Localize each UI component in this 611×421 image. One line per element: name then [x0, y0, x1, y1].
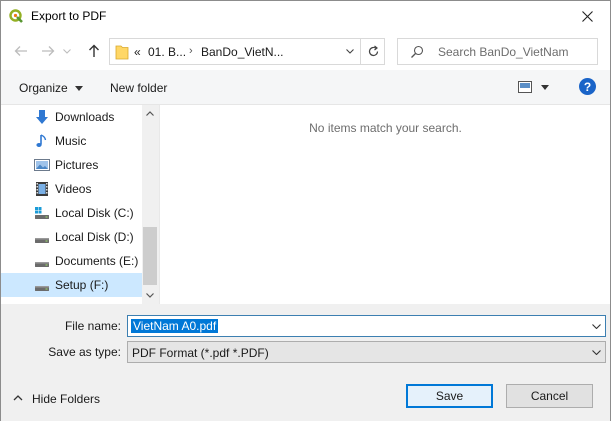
chevron-down-icon: [146, 293, 154, 298]
pictures-icon: [34, 159, 50, 171]
organize-button[interactable]: Organize: [19, 81, 84, 95]
caret-down-icon: [75, 86, 84, 92]
save-as-type-select[interactable]: PDF Format (*.pdf *.PDF): [127, 341, 606, 363]
save-as-type-dropdown[interactable]: [589, 345, 603, 359]
music-note-icon: [36, 134, 47, 147]
nav-item-label: Downloads: [55, 110, 115, 124]
chevron-up-icon: [13, 395, 23, 401]
help-icon[interactable]: ?: [579, 78, 596, 95]
refresh-button[interactable]: [360, 39, 385, 64]
search-placeholder: Search BanDo_VietNam: [438, 45, 569, 59]
nav-item-label: Documents (E:): [55, 254, 139, 268]
videos-icon: [36, 182, 48, 196]
arrow-right-icon: [42, 46, 55, 56]
breadcrumb-overflow[interactable]: «: [134, 45, 141, 59]
chevron-down-icon: [345, 49, 354, 54]
chevron-down-icon: [63, 48, 71, 54]
title-bar: Export to PDF: [1, 1, 610, 32]
change-view-icon[interactable]: [518, 81, 532, 93]
save-as-type-label: Save as type:: [48, 345, 121, 359]
scrollbar-thumb[interactable]: [143, 227, 157, 285]
file-list-pane[interactable]: No items match your search.: [159, 105, 610, 304]
address-bar[interactable]: « 01. B... › BanDo_VietN...: [109, 38, 385, 65]
organize-label: Organize: [19, 81, 68, 95]
nav-item-label: Local Disk (D:): [55, 230, 134, 244]
recent-locations-button[interactable]: [61, 41, 73, 61]
hide-folders-label: Hide Folders: [32, 392, 101, 406]
system-drive-icon: [35, 207, 49, 219]
nav-item-videos[interactable]: Videos: [1, 177, 142, 201]
nav-item-local-disk-d[interactable]: Local Disk (D:): [1, 225, 142, 249]
nav-item-music[interactable]: Music: [1, 129, 142, 153]
chevron-up-icon: [146, 111, 154, 116]
file-name-label: File name:: [64, 319, 121, 333]
scroll-down-button[interactable]: [142, 287, 158, 304]
save-as-type-value: PDF Format (*.pdf *.PDF): [132, 346, 269, 360]
address-history-dropdown[interactable]: [338, 39, 360, 64]
qgis-icon: [9, 9, 23, 23]
drive-icon: [35, 286, 49, 291]
empty-results-message: No items match your search.: [309, 121, 462, 135]
view-options-dropdown-icon[interactable]: [541, 85, 549, 90]
up-button[interactable]: [84, 41, 104, 61]
navigation-pane: Downloads Music Pictures Videos Local Di…: [1, 105, 158, 304]
close-button[interactable]: [565, 1, 610, 32]
back-button[interactable]: [11, 41, 31, 61]
save-button[interactable]: Save: [406, 384, 493, 408]
arrow-up-icon: [89, 44, 99, 57]
search-icon: [411, 45, 424, 58]
save-form: File name: VietNam A0.pdf Save as type: …: [1, 304, 610, 421]
chevron-down-icon: [591, 349, 601, 355]
forward-button[interactable]: [38, 41, 58, 61]
nav-item-local-disk-c[interactable]: Local Disk (C:): [1, 201, 142, 225]
nav-item-label: Music: [55, 134, 87, 148]
nav-item-documents-e[interactable]: Documents (E:): [1, 249, 142, 273]
refresh-icon: [368, 45, 378, 57]
search-box[interactable]: Search BanDo_VietNam: [397, 38, 598, 65]
cancel-button[interactable]: Cancel: [506, 384, 593, 408]
new-folder-label: New folder: [110, 81, 168, 95]
nav-item-label: Setup (F:): [55, 278, 109, 292]
navigation-bar: « 01. B... › BanDo_VietN... Search BanDo…: [1, 32, 610, 70]
nav-item-label: Local Disk (C:): [55, 206, 134, 220]
breadcrumb-item-current[interactable]: BanDo_VietN...: [201, 45, 284, 59]
nav-item-setup-f[interactable]: Setup (F:): [1, 273, 142, 297]
file-name-input[interactable]: VietNam A0.pdf: [127, 315, 606, 337]
command-bar: Organize New folder ?: [1, 70, 610, 105]
folder-icon: [115, 45, 129, 60]
drive-icon: [35, 238, 49, 243]
download-arrow-icon: [36, 110, 48, 124]
new-folder-button[interactable]: New folder: [110, 81, 167, 95]
drive-icon: [35, 262, 49, 267]
window-title: Export to PDF: [31, 9, 107, 23]
nav-item-label: Pictures: [55, 158, 99, 172]
scroll-up-button[interactable]: [142, 105, 158, 122]
breadcrumb-separator[interactable]: ›: [189, 45, 193, 57]
breadcrumb-item-parent[interactable]: 01. B...: [148, 45, 186, 59]
nav-item-downloads[interactable]: Downloads: [1, 105, 142, 129]
nav-item-label: Videos: [55, 182, 92, 196]
file-name-dropdown[interactable]: [589, 319, 603, 333]
nav-item-pictures[interactable]: Pictures: [1, 153, 142, 177]
file-name-value[interactable]: VietNam A0.pdf: [131, 319, 219, 333]
navigation-pane-scrollbar[interactable]: [142, 105, 158, 304]
chevron-down-icon: [591, 323, 601, 329]
close-icon: [582, 11, 593, 22]
export-to-pdf-dialog: Export to PDF « 01. B... › BanDo_VietN..…: [0, 0, 611, 421]
arrow-left-icon: [14, 46, 27, 56]
